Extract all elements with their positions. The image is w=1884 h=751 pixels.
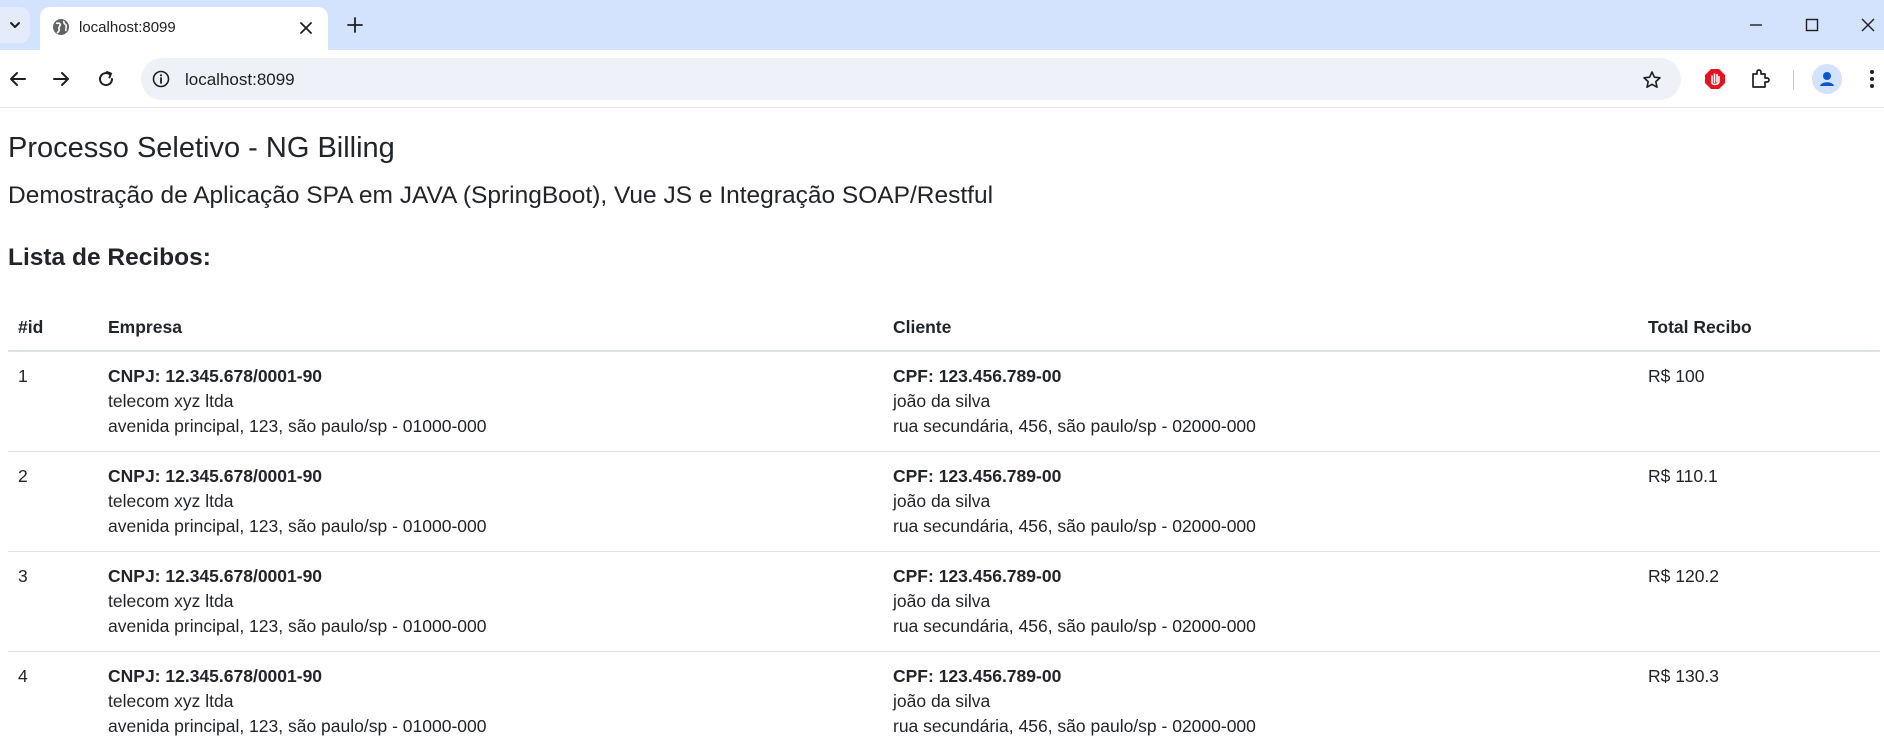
- person-icon: [1820, 72, 1834, 86]
- chevron-down-icon: [10, 22, 20, 28]
- empresa-nome: telecom xyz ltda: [108, 591, 234, 611]
- column-header-total: Total Recibo: [1638, 302, 1880, 352]
- empresa-nome: telecom xyz ltda: [108, 491, 234, 511]
- table-row: 3 CNPJ: 12.345.678/0001-90 telecom xyz l…: [8, 551, 1880, 652]
- reload-icon: [99, 71, 114, 87]
- toolbar-separator: [1793, 70, 1794, 90]
- cell-total: R$ 100: [1638, 351, 1880, 452]
- cliente-endereco: rua secundária, 456, são paulo/sp - 0200…: [893, 716, 1256, 736]
- table-header-row: #id Empresa Cliente Total Recibo: [8, 302, 1880, 352]
- tab-search-button[interactable]: [0, 7, 30, 43]
- cell-total: R$ 120.2: [1638, 551, 1880, 652]
- cell-cliente: CPF: 123.456.789-00 joão da silva rua se…: [883, 652, 1638, 751]
- empresa-endereco: avenida principal, 123, são paulo/sp - 0…: [108, 516, 487, 536]
- page-content: Processo Seletivo - NG Billing Demostraç…: [0, 109, 1884, 751]
- tab-title: localhost:8099: [79, 19, 176, 36]
- cliente-cpf: CPF: 123.456.789-00: [893, 566, 1062, 586]
- receipts-table: #id Empresa Cliente Total Recibo 1 CNPJ:…: [8, 302, 1880, 751]
- window-close-button[interactable]: [1855, 12, 1881, 38]
- empresa-endereco: avenida principal, 123, são paulo/sp - 0…: [108, 616, 487, 636]
- site-info-button[interactable]: [149, 67, 173, 91]
- page-subtitle: Demostração de Aplicação SPA em JAVA (Sp…: [8, 182, 994, 209]
- cell-cliente: CPF: 123.456.789-00 joão da silva rua se…: [883, 351, 1638, 452]
- minimize-button[interactable]: [1743, 12, 1769, 38]
- url-text[interactable]: localhost:8099: [185, 70, 295, 90]
- cliente-nome: joão da silva: [893, 491, 991, 511]
- cliente-cpf: CPF: 123.456.789-00: [893, 666, 1062, 686]
- empresa-cnpj: CNPJ: 12.345.678/0001-90: [108, 466, 323, 486]
- cliente-nome: joão da silva: [893, 591, 991, 611]
- extensions-button[interactable]: [1745, 64, 1775, 94]
- browser-tab[interactable]: localhost:8099: [40, 7, 328, 50]
- address-bar[interactable]: localhost:8099: [141, 58, 1681, 100]
- cliente-endereco: rua secundária, 456, são paulo/sp - 0200…: [893, 416, 1256, 436]
- cell-id: 4: [18, 666, 28, 686]
- table-row: 2 CNPJ: 12.345.678/0001-90 telecom xyz l…: [8, 451, 1880, 552]
- stop-hand-icon: [1705, 69, 1725, 89]
- column-header-id: #id: [8, 302, 98, 352]
- cell-total: R$ 110.1: [1638, 451, 1880, 552]
- globe-icon: [53, 19, 69, 35]
- empresa-endereco: avenida principal, 123, são paulo/sp - 0…: [108, 716, 487, 736]
- maximize-icon: [1805, 18, 1819, 32]
- bookmark-button[interactable]: [1639, 67, 1665, 93]
- cell-empresa: CNPJ: 12.345.678/0001-90 telecom xyz ltd…: [98, 451, 883, 552]
- cliente-endereco: rua secundária, 456, são paulo/sp - 0200…: [893, 516, 1256, 536]
- browser-toolbar: localhost:8099: [0, 50, 1884, 108]
- empresa-endereco: avenida principal, 123, são paulo/sp - 0…: [108, 416, 487, 436]
- puzzle-icon: [1752, 69, 1770, 88]
- adblock-extension-button[interactable]: [1700, 64, 1730, 94]
- column-header-empresa: Empresa: [98, 302, 883, 352]
- kebab-menu-icon: [1870, 70, 1874, 88]
- star-icon: [1643, 71, 1661, 88]
- cell-id: 1: [8, 351, 98, 452]
- cliente-nome: joão da silva: [893, 391, 991, 411]
- cliente-cpf: CPF: 123.456.789-00: [893, 366, 1062, 386]
- cliente-endereco: rua secundária, 456, são paulo/sp - 0200…: [893, 616, 1256, 636]
- cell-id: 2: [8, 451, 98, 552]
- page-title: Processo Seletivo - NG Billing: [8, 132, 395, 164]
- profile-button[interactable]: [1812, 64, 1842, 94]
- column-header-cliente: Cliente: [883, 302, 1638, 352]
- plus-icon: [347, 17, 363, 33]
- close-icon: [1861, 18, 1875, 32]
- browser-menu-button[interactable]: [1857, 64, 1884, 94]
- arrow-right-icon: [53, 72, 69, 86]
- minimize-icon: [1750, 24, 1762, 26]
- reload-button[interactable]: [91, 64, 121, 94]
- arrow-left-icon: [10, 72, 26, 86]
- back-button[interactable]: [3, 64, 33, 94]
- empresa-cnpj: CNPJ: 12.345.678/0001-90: [108, 566, 323, 586]
- cell-id: 3: [8, 551, 98, 652]
- list-heading: Lista de Recibos:: [8, 244, 211, 271]
- cell-empresa: CNPJ: 12.345.678/0001-90 telecom xyz ltd…: [98, 652, 883, 751]
- close-icon: [300, 22, 312, 34]
- browser-tabstrip: localhost:8099: [0, 0, 1884, 50]
- info-icon: [152, 70, 170, 88]
- cell-empresa: CNPJ: 12.345.678/0001-90 telecom xyz ltd…: [98, 351, 883, 452]
- empresa-cnpj: CNPJ: 12.345.678/0001-90: [108, 366, 323, 386]
- cell-cliente: CPF: 123.456.789-00 joão da silva rua se…: [883, 451, 1638, 552]
- empresa-nome: telecom xyz ltda: [108, 391, 234, 411]
- new-tab-button[interactable]: [343, 13, 367, 37]
- tab-close-button[interactable]: [296, 18, 316, 38]
- table-row: 4 CNPJ: 12.345.678/0001-90 telecom xyz l…: [8, 652, 1880, 751]
- empresa-cnpj: CNPJ: 12.345.678/0001-90: [108, 666, 323, 686]
- table-row: 1 CNPJ: 12.345.678/0001-90 telecom xyz l…: [8, 351, 1880, 452]
- cliente-cpf: CPF: 123.456.789-00: [893, 466, 1062, 486]
- cell-cliente: CPF: 123.456.789-00 joão da silva rua se…: [883, 551, 1638, 652]
- cliente-nome: joão da silva: [893, 691, 991, 711]
- cell-total: R$ 130.3: [1648, 666, 1720, 686]
- maximize-button[interactable]: [1799, 12, 1825, 38]
- empresa-nome: telecom xyz ltda: [108, 691, 234, 711]
- forward-button[interactable]: [46, 64, 76, 94]
- cell-empresa: CNPJ: 12.345.678/0001-90 telecom xyz ltd…: [98, 551, 883, 652]
